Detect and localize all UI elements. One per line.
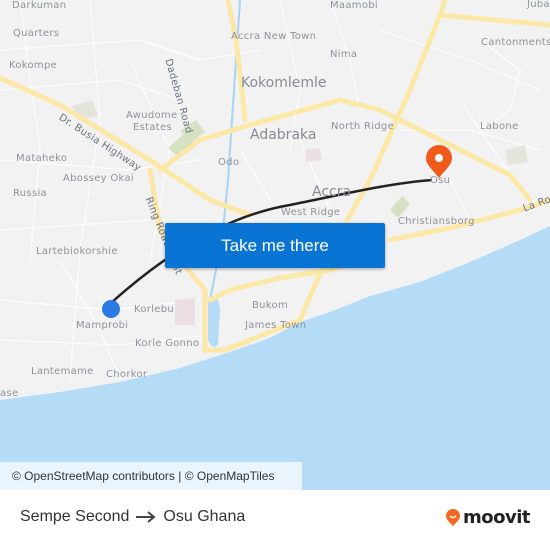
place-label: Labone <box>480 121 519 132</box>
place-label: Nima <box>330 49 358 60</box>
place-label: Cantonments <box>481 37 550 48</box>
place-label: Russia <box>13 188 47 199</box>
route-summary: Sempe Second Osu Ghana <box>20 508 245 526</box>
destination-pin[interactable] <box>426 145 452 178</box>
place-label: Christiansborg <box>398 216 475 227</box>
place-label: Adabraka <box>250 127 317 143</box>
map-attribution[interactable]: © OpenStreetMap contributors | © OpenMap… <box>0 462 302 490</box>
place-label: Odo <box>218 157 240 168</box>
place-label: Mataheko <box>16 153 68 164</box>
place-label: Darkuman <box>12 0 67 11</box>
origin-marker[interactable] <box>102 300 120 318</box>
place-label: Abossey Okai <box>63 173 134 184</box>
place-label: Kokompe <box>9 60 58 71</box>
place-label: Chorkor <box>106 369 148 380</box>
place-label: Korlebu <box>134 304 175 315</box>
place-label: Korle Gonno <box>135 338 200 349</box>
place-label: Juba <box>527 0 550 10</box>
place-label: West Ridge <box>281 207 341 218</box>
place-label: Estates <box>133 122 172 133</box>
place-label: Accra New Town <box>231 31 317 42</box>
place-label: Kokomlemle <box>241 75 327 91</box>
place-label: North Ridge <box>331 121 395 132</box>
take-me-there-button[interactable]: Take me there <box>165 223 385 268</box>
place-label: Awudome <box>126 110 178 121</box>
brand-name: moovit <box>463 507 531 528</box>
place-label: Mamprobi <box>76 320 129 331</box>
destination-name: Osu Ghana <box>163 508 246 525</box>
place-label: Osu <box>430 175 451 186</box>
place-label: James Town <box>245 320 307 331</box>
arrow-right-icon <box>136 511 156 523</box>
place-label: Lantemame <box>31 366 94 377</box>
place-label: Bukom <box>252 300 288 311</box>
place-label: Maamobi <box>330 0 378 11</box>
place-label: Lartebiokorshie <box>36 246 118 257</box>
place-label: ase <box>0 388 19 399</box>
origin-name: Sempe Second <box>20 508 130 525</box>
moovit-logo[interactable]: moovit <box>445 507 531 528</box>
map[interactable]: Darkuman Quarters Kokompe Awudome Estate… <box>0 0 550 490</box>
korle-lagoon <box>208 296 220 347</box>
place-label: Accra <box>312 184 352 200</box>
place-label: Quarters <box>13 28 60 39</box>
moovit-pin-icon <box>446 508 460 526</box>
